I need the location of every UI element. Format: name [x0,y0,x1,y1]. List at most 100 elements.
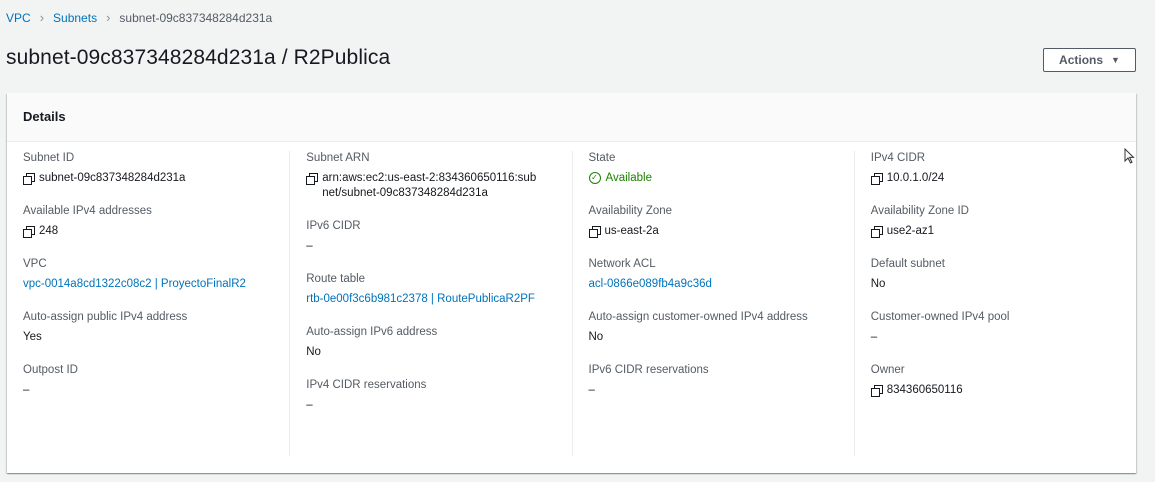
details-panel: Details Subnet ID subnet-09c837348284d231… [7,93,1136,473]
field-label: VPC [23,258,47,270]
breadcrumb-vpc-link[interactable]: VPC [6,11,31,25]
field-value-state: ✓ Available [588,171,854,186]
field-label: Default subnet [870,258,945,270]
field-value-text: us-east-2a [604,225,659,237]
field-value-text: use2-az1 [886,225,935,237]
field-availability-zone-id: Availability Zone ID use2-az1 [870,204,1136,239]
field-value-availability-zone-id: use2-az1 [870,224,1136,239]
field-label: Auto-assign public IPv4 address [23,311,188,323]
field-label: Route table [306,273,366,285]
field-value-text: Available [605,172,652,184]
field-customer-owned-ipv4-pool: Customer-owned IPv4 pool – [871,310,1136,345]
field-label: Auto-assign customer-owned IPv4 address [588,311,808,323]
field-subnet-id: Subnet ID subnet-09c837348284d231a [23,151,289,186]
field-value-subnet-arn: arn:aws:ec2:us-east-2:834360650116:subne… [306,171,571,201]
caret-down-icon: ▼ [1111,55,1120,65]
field-auto-assign-public-ipv4-address: Auto-assign public IPv4 address Yes [23,310,289,345]
copy-icon[interactable] [306,173,319,185]
details-columns: Subnet ID subnet-09c837348284d231a Availab… [7,151,1136,456]
field-route-table: Route table rtb-0e00f3c6b981c2378 | Route… [306,272,571,307]
copy-icon[interactable] [23,173,35,185]
field-outpost-id: Outpost ID – [23,363,289,398]
field-label: State [588,152,616,164]
field-state: State ✓ Available [588,151,854,186]
field-label: Subnet ID [23,152,75,164]
field-value-text: 248 [39,225,59,237]
page-title: subnet-09c837348284d231a / R2Publica [6,46,391,69]
field-value-text: No [306,346,321,358]
field-value-text: – [588,384,595,396]
field-auto-assign-customer-owned-ipv4-address: Auto-assign customer-owned IPv4 address N… [589,310,854,345]
field-label: Availability Zone [588,205,673,217]
field-value-ipv4-cidr-reservations: – [306,398,571,413]
field-label: Subnet ARN [306,152,370,164]
field-value-text: Yes [23,331,42,343]
field-label: IPv4 CIDR [870,152,926,164]
field-label: IPv4 CIDR reservations [306,379,427,391]
breadcrumb-subnets-link[interactable]: Subnets [53,11,97,25]
field-owner: Owner 834360650116 [870,363,1136,398]
breadcrumb-separator: › [39,10,45,25]
field-value-network-acl[interactable]: acl-0866e089fb4a9c36d [589,277,854,292]
details-column: Subnet ID subnet-09c837348284d231a Availab… [7,151,289,456]
field-available-ipv4-addresses: Available IPv4 addresses 248 [23,204,289,239]
field-label: Owner [870,364,905,376]
details-header: Details [7,93,1136,142]
field-value-route-table[interactable]: rtb-0e00f3c6b981c2378 | RoutePublicaR2PF [306,292,571,307]
copy-icon[interactable] [588,226,601,238]
field-value-text: No [588,331,604,343]
actions-button[interactable]: Actions ▼ [1043,48,1136,72]
field-ipv4-cidr-reservations: IPv4 CIDR reservations – [306,378,571,413]
field-default-subnet: Default subnet No [871,257,1136,292]
copy-icon[interactable] [870,173,883,185]
field-ipv4-cidr: IPv4 CIDR 10.0.1.0/24 [870,151,1136,186]
field-availability-zone: Availability Zone us-east-2a [588,204,854,239]
field-value-customer-owned-ipv4-pool: – [871,330,1136,345]
field-ipv6-cidr: IPv6 CIDR – [306,219,571,254]
field-value-outpost-id: – [23,383,289,398]
field-value-text: – [23,384,30,396]
actions-button-label: Actions [1059,53,1104,67]
check-circle-icon: ✓ [588,172,601,184]
field-value-text: rtb-0e00f3c6b981c2378 | RoutePublicaR2PF [306,293,535,305]
field-vpc: VPC vpc-0014a8cd1322c08c2 | ProyectoFinal… [23,257,289,292]
field-label: Auto-assign IPv6 address [306,326,438,338]
copy-icon[interactable] [23,226,35,238]
field-value-auto-assign-ipv6-address: No [306,345,571,360]
field-value-available-ipv4-addresses: 248 [23,224,289,239]
field-value-text: subnet-09c837348284d231a [39,172,186,184]
field-auto-assign-ipv6-address: Auto-assign IPv6 address No [306,325,571,360]
field-value-text: 834360650116 [886,384,963,396]
field-network-acl: Network ACL acl-0866e089fb4a9c36d [589,257,854,292]
field-label: Available IPv4 addresses [23,205,152,217]
field-label: Customer-owned IPv4 pool [870,311,1010,323]
breadcrumb-current: subnet-09c837348284d231a [119,11,273,25]
field-value-availability-zone: us-east-2a [588,224,854,239]
field-label: Availability Zone ID [870,205,969,217]
breadcrumb-separator: › [106,10,111,25]
field-value-text: – [870,331,878,343]
details-column: State ✓ Available Availability Zone us-east-… [571,151,854,456]
field-value-ipv6-cidr-reservations: – [589,383,854,398]
field-label: IPv6 CIDR [306,220,361,232]
field-ipv6-cidr-reservations: IPv6 CIDR reservations – [589,363,854,398]
field-value-text: 10.0.1.0/24 [886,172,945,184]
field-label: IPv6 CIDR reservations [588,364,709,376]
field-value-owner: 834360650116 [870,383,1136,398]
field-value-text: No [870,278,886,290]
field-value-auto-assign-public-ipv4-address: Yes [23,330,289,345]
details-column: Subnet ARN arn:aws:ec2:us-east-2:83436065… [289,151,571,456]
field-value-ipv4-cidr: 10.0.1.0/24 [870,171,1136,186]
field-value-text: – [306,399,313,411]
field-value-text: vpc-0014a8cd1322c08c2 | ProyectoFinalR2 [23,278,246,290]
field-value-text: arn:aws:ec2:us-east-2:834360650116:subne… [322,172,537,199]
field-value-default-subnet: No [871,277,1136,292]
copy-icon[interactable] [870,226,883,238]
field-value-text: acl-0866e089fb4a9c36d [588,278,712,290]
field-label: Outpost ID [23,364,78,376]
details-column: IPv4 CIDR 10.0.1.0/24 Availability Zone ID… [853,151,1136,456]
field-value-vpc[interactable]: vpc-0014a8cd1322c08c2 | ProyectoFinalR2 [23,277,289,292]
breadcrumb: VPC › Subnets › subnet-09c837348284d231a [6,11,272,25]
field-value-ipv6-cidr: – [306,239,571,254]
copy-icon[interactable] [870,385,883,397]
